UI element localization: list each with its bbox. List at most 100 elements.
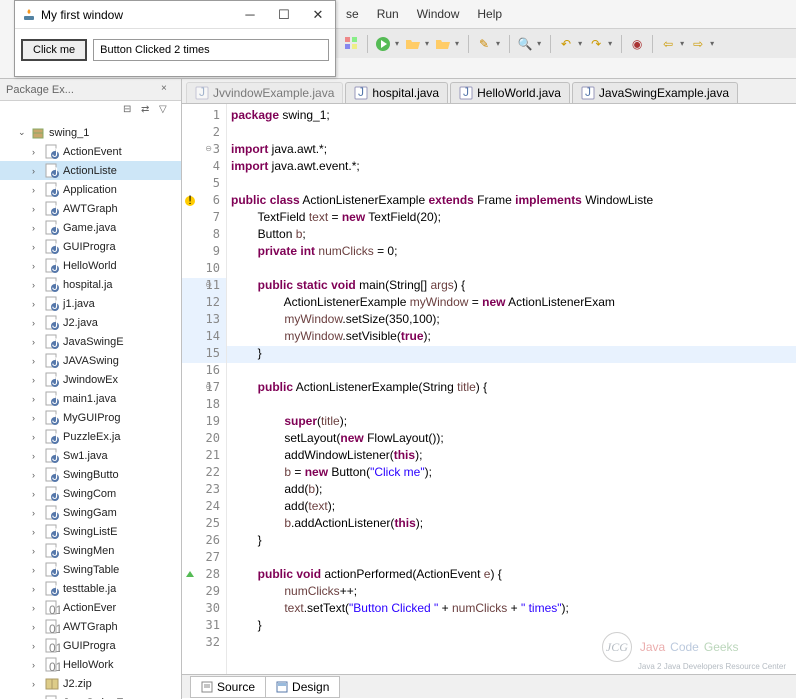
line-number[interactable]: 13 [182,312,226,329]
code-line[interactable]: text.setText("Button Clicked " + numClic… [227,601,796,618]
tree-file[interactable]: ›01GUIProgra [0,636,181,655]
menu-window[interactable]: Window [417,7,460,21]
code-line[interactable]: TextField text = new TextField(20); [227,210,796,227]
line-number[interactable]: 29 [182,584,226,601]
code-line[interactable]: myWindow.setVisible(true); [227,329,796,346]
line-number[interactable]: 28 [182,567,226,584]
line-number[interactable]: 4 [182,159,226,176]
code-line[interactable]: numClicks++; [227,584,796,601]
forward-icon[interactable]: ⇨ [690,36,706,52]
link-icon[interactable]: ⇄ [141,104,155,118]
code-body[interactable]: package swing_1;import java.awt.*;import… [227,104,796,674]
tree-file[interactable]: ›JActionListe [0,161,181,180]
line-number[interactable]: 1 [182,108,226,125]
tree-file[interactable]: ›JGUIProgra [0,237,181,256]
line-number[interactable]: 26 [182,533,226,550]
tree-file[interactable]: ›JJ2.java [0,313,181,332]
code-line[interactable]: public class ActionListenerExample exten… [227,193,796,210]
line-number[interactable]: 31 [182,618,226,635]
line-number[interactable]: 27 [182,550,226,567]
code-line[interactable]: import java.awt.event.*; [227,159,796,176]
code-line[interactable]: public void actionPerformed(ActionEvent … [227,567,796,584]
fold-icon[interactable]: ⊖ [200,144,212,156]
tree-file[interactable]: ›JSwingMen [0,541,181,560]
tree-file[interactable]: ›JSwingListE [0,522,181,541]
code-line[interactable]: } [227,533,796,550]
line-number[interactable]: ⊖17 [182,380,226,397]
run-icon[interactable] [375,36,391,52]
tree-file[interactable]: ›JAWTGraph [0,199,181,218]
tree-file[interactable]: ›JJavaSwingE [0,332,181,351]
grid-icon[interactable] [344,36,360,52]
code-line[interactable]: add(b); [227,482,796,499]
line-number[interactable]: 10 [182,261,226,278]
code-line[interactable] [227,125,796,142]
package-tree[interactable]: ⌄ swing_1 ›JActionEvent›JActionListe›JAp… [0,121,181,699]
close-panel-icon[interactable]: × [161,83,175,97]
tree-file[interactable]: ›JPuzzleEx.ja [0,427,181,446]
line-number[interactable]: 22 [182,465,226,482]
source-tab[interactable]: Source [190,676,266,698]
line-number[interactable]: 32 [182,635,226,652]
tree-file[interactable]: ›JApplication [0,180,181,199]
click-me-button[interactable]: Click me [21,39,87,61]
code-line[interactable] [227,635,796,652]
tree-file[interactable]: ›Jmain1.java [0,389,181,408]
result-textfield[interactable] [93,39,329,61]
tree-file[interactable]: ›01ActionEver [0,598,181,617]
tree-file[interactable]: ›JGame.java [0,218,181,237]
menu-item[interactable]: se [346,7,359,21]
code-line[interactable]: public ActionListenerExample(String titl… [227,380,796,397]
window-titlebar[interactable]: My first window ─ ☐ ✕ [15,1,335,29]
code-line[interactable]: Button b; [227,227,796,244]
tree-file[interactable]: ›JSwingTable [0,560,181,579]
menu-help[interactable]: Help [477,7,502,21]
tree-file[interactable]: ›JMyGUIProg [0,408,181,427]
code-line[interactable]: addWindowListener(this); [227,448,796,465]
minimize-button[interactable]: ─ [233,2,267,28]
line-number[interactable]: 7 [182,210,226,227]
line-number[interactable]: 25 [182,516,226,533]
code-line[interactable] [227,397,796,414]
design-tab[interactable]: Design [265,676,340,698]
editor-tab[interactable]: J JvvindowExample.java [186,82,343,103]
tree-file[interactable]: ›JHelloWorld [0,256,181,275]
code-line[interactable]: private int numClicks = 0; [227,244,796,261]
line-number[interactable]: 18 [182,397,226,414]
maximize-button[interactable]: ☐ [267,2,301,28]
tree-file[interactable]: ›01HelloWork [0,655,181,674]
code-line[interactable]: super(title); [227,414,796,431]
code-line[interactable]: setLayout(new FlowLayout()); [227,431,796,448]
line-number[interactable]: !6 [182,193,226,210]
code-line[interactable]: public static void main(String[] args) { [227,278,796,295]
code-line[interactable]: myWindow.setSize(350,100); [227,312,796,329]
code-line[interactable]: } [227,346,796,363]
next-annotation-icon[interactable]: ↷ [588,36,604,52]
fold-icon[interactable]: ⊖ [200,382,212,394]
code-line[interactable]: ActionListenerExample myWindow = new Act… [227,295,796,312]
code-line[interactable]: b.addActionListener(this); [227,516,796,533]
line-number[interactable]: 16 [182,363,226,380]
menu-run[interactable]: Run [377,7,399,21]
line-number[interactable]: 30 [182,601,226,618]
tree-file[interactable]: ›JActionEvent [0,142,181,161]
code-line[interactable] [227,261,796,278]
line-number[interactable]: 9 [182,244,226,261]
line-gutter[interactable]: 12⊖345!678910⊖111213141516⊖1718192021222… [182,104,227,674]
view-menu-icon[interactable]: ▽ [159,104,173,118]
line-number[interactable]: 19 [182,414,226,431]
code-line[interactable]: import java.awt.*; [227,142,796,159]
open-icon[interactable] [405,36,421,52]
tree-file[interactable]: ›Jtesttable.ja [0,579,181,598]
code-line[interactable]: package swing_1; [227,108,796,125]
stop-icon[interactable]: ◉ [629,36,645,52]
editor-tab-helloworld[interactable]: J HelloWorld.java [450,82,570,103]
tree-file[interactable]: ›JSw1.java [0,446,181,465]
tree-file[interactable]: ›JJwindowEx [0,370,181,389]
wand-icon[interactable]: ✎ [476,36,492,52]
line-number[interactable]: 14 [182,329,226,346]
line-number[interactable]: 23 [182,482,226,499]
tree-file[interactable]: ›01AWTGraph [0,617,181,636]
override-icon[interactable] [184,569,196,581]
line-number[interactable]: 2 [182,125,226,142]
